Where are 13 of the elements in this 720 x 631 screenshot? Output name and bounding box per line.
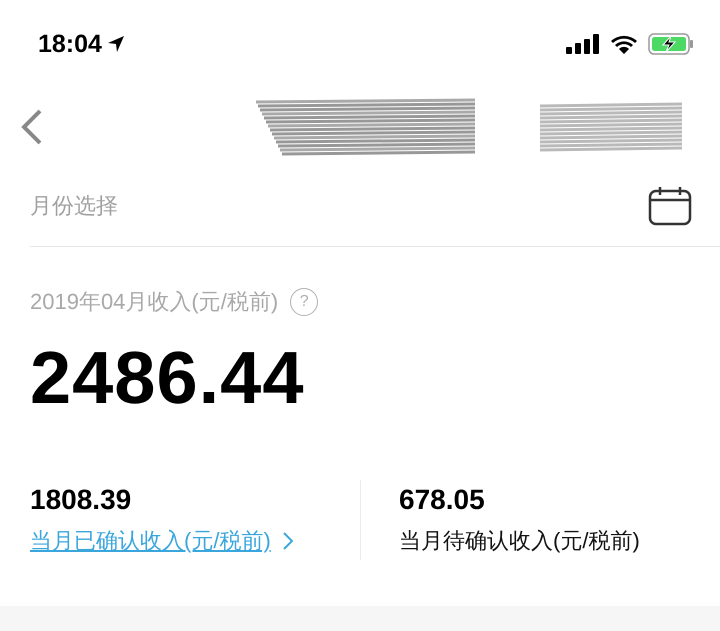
stat-value: 678.05 <box>399 484 486 516</box>
stat-label: 当月待确认收入(元/税前) <box>399 527 641 555</box>
calendar-icon[interactable] <box>648 186 692 226</box>
status-time: 18:04 <box>38 30 102 58</box>
help-icon[interactable]: ? <box>290 288 318 316</box>
stat-value: 1808.39 <box>30 484 132 516</box>
income-title: 2019年04月收入(元/税前) <box>30 288 278 316</box>
month-picker-label: 月份选择 <box>30 192 118 220</box>
confirmed-income-link[interactable]: 当月已确认收入(元/税前) <box>30 526 271 556</box>
signal-icon <box>566 34 600 54</box>
chevron-right-icon <box>282 532 293 550</box>
income-amount: 2486.44 <box>30 335 306 420</box>
wifi-icon <box>610 34 638 54</box>
